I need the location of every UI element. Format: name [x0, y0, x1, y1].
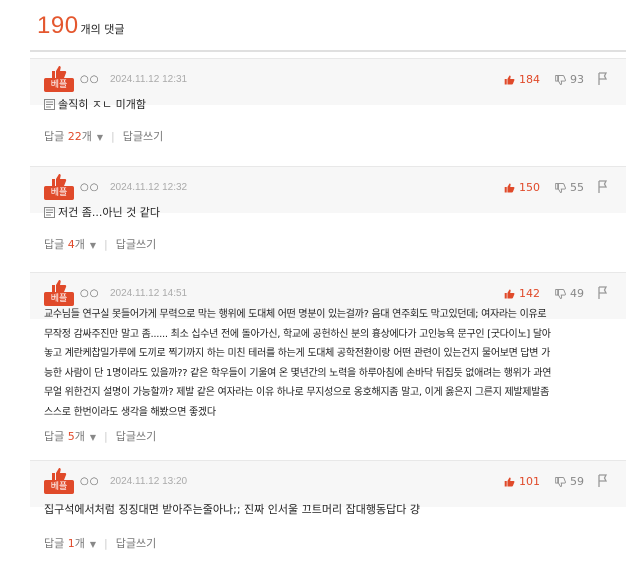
comment-text-line: 스스로 한번이라도 생각을 해봤으면 좋겠다 — [44, 406, 216, 418]
comment-author: ○○ — [80, 476, 100, 487]
comment-body: 교수님들 연구실 못들어가게 무력으로 막는 행위에 도대체 어떤 명분이 있는… — [44, 305, 612, 423]
report-icon[interactable] — [597, 286, 609, 300]
write-reply-link[interactable]: 답글쓰기 — [116, 236, 156, 252]
reply-toggle[interactable]: 답글 22개 ▼ — [44, 128, 103, 144]
reply-bar: 답글 5개 ▼ | 답글쓰기 — [44, 428, 157, 444]
comment-item: 베플 ○○ 2024.11.12 14:51 142 49 교수님들 연구실 못… — [30, 272, 626, 448]
reply-prefix: 답글 — [44, 430, 65, 443]
best-badge-label: 베플 — [44, 78, 74, 92]
reply-suffix: 개 — [74, 430, 85, 443]
comment-count-label: 개의 댓글 — [80, 23, 125, 36]
comment-text-line: 놓고 계란케찹밀가루에 도끼로 찍기까지 하는 미친 테러를 하는게 도대체 공… — [44, 348, 550, 360]
comment-date: 2024.11.12 12:32 — [110, 182, 188, 193]
chevron-down-icon: ▼ — [89, 433, 97, 442]
comment-text-line: 무얼 위한건지 설명이 가능할까? 제발 같은 여자라는 이유 하나로 무지성으… — [44, 387, 549, 399]
comment-item: 베플 ○○ 2024.11.12 12:31 184 93 솔직히 ㅈㄴ 미개함… — [30, 58, 626, 154]
thumbs-down-icon — [555, 476, 566, 487]
report-icon[interactable] — [597, 72, 609, 86]
dislike-count: 93 — [570, 73, 584, 86]
comment-author: ○○ — [80, 288, 100, 299]
comment-text-line: 무작정 감싸주진만 말고 좀...... 최소 십수년 전에 돌아가신, 학교에… — [44, 328, 551, 340]
thumbs-up-icon — [504, 289, 515, 298]
comment-author: ○○ — [80, 74, 100, 85]
like-count: 142 — [519, 287, 540, 300]
like-button[interactable]: 142 — [504, 287, 540, 300]
best-badge: 베플 — [44, 468, 74, 496]
best-badge-label: 베플 — [44, 186, 74, 200]
write-reply-link[interactable]: 답글쓰기 — [123, 128, 163, 144]
comment-body: 솔직히 ㅈㄴ 미개함 — [44, 95, 612, 115]
dislike-button[interactable]: 59 — [555, 475, 584, 488]
chevron-down-icon: ▼ — [96, 133, 104, 142]
like-count: 184 — [519, 73, 540, 86]
reply-prefix: 답글 — [44, 130, 65, 143]
reply-toggle[interactable]: 답글 1개 ▼ — [44, 535, 96, 551]
comment-section: 190 개의 댓글 베플 ○○ 2024.11.12 12:31 184 93 … — [0, 0, 640, 570]
reply-count: 22 — [67, 130, 82, 143]
thumbs-up-icon — [504, 183, 515, 192]
thumbs-up-icon — [504, 477, 515, 486]
comment-item: 베플 ○○ 2024.11.12 12:32 150 55 저건 좀...아닌 … — [30, 166, 626, 262]
comment-text: 솔직히 ㅈㄴ 미개함 — [58, 98, 146, 111]
reply-bar: 답글 4개 ▼ | 답글쓰기 — [44, 236, 157, 252]
thumbs-down-icon — [555, 288, 566, 299]
reply-count: 5 — [67, 430, 75, 443]
chevron-down-icon: ▼ — [89, 540, 97, 549]
dislike-button[interactable]: 55 — [555, 181, 584, 194]
reply-suffix: 개 — [74, 238, 85, 251]
like-count: 150 — [519, 181, 540, 194]
best-badge-label: 베플 — [44, 480, 74, 494]
dislike-count: 49 — [570, 287, 584, 300]
best-badge-label: 베플 — [44, 292, 74, 306]
reply-count: 1 — [67, 537, 75, 550]
reply-suffix: 개 — [81, 130, 92, 143]
comment-body: 집구석에서처럼 징징대면 받아주는줄아나;; 진짜 인서울 끄트머리 잡대행동답… — [44, 500, 612, 520]
best-badge: 베플 — [44, 280, 74, 308]
comment-count: 190 — [37, 12, 79, 39]
dislike-count: 59 — [570, 475, 584, 488]
dislike-button[interactable]: 93 — [555, 73, 584, 86]
header-divider — [30, 50, 626, 52]
reply-prefix: 답글 — [44, 238, 65, 251]
reply-suffix: 개 — [74, 537, 85, 550]
reply-toggle[interactable]: 답글 5개 ▼ — [44, 428, 96, 444]
reply-toggle[interactable]: 답글 4개 ▼ — [44, 236, 96, 252]
reply-count: 4 — [67, 238, 75, 251]
like-button[interactable]: 184 — [504, 73, 540, 86]
best-badge: 베플 — [44, 66, 74, 94]
comment-text: 저건 좀...아닌 것 같다 — [58, 206, 160, 219]
write-reply-link[interactable]: 답글쓰기 — [116, 428, 156, 444]
like-button[interactable]: 150 — [504, 181, 540, 194]
reply-prefix: 답글 — [44, 537, 65, 550]
comment-count-header: 190 개의 댓글 — [37, 12, 125, 40]
thumbs-down-icon — [555, 74, 566, 85]
like-count: 101 — [519, 475, 540, 488]
report-icon[interactable] — [597, 474, 609, 488]
comment-author: ○○ — [80, 182, 100, 193]
comment-body: 저건 좀...아닌 것 같다 — [44, 203, 612, 223]
dislike-button[interactable]: 49 — [555, 287, 584, 300]
thumbs-up-icon — [504, 75, 515, 84]
like-button[interactable]: 101 — [504, 475, 540, 488]
comment-text-line: 능한 사람이 단 1명이라도 있을까?? 같은 학우들이 기울여 온 몇년간의 … — [44, 367, 552, 379]
reply-bar: 답글 22개 ▼ | 답글쓰기 — [44, 128, 164, 144]
reply-bar: 답글 1개 ▼ | 답글쓰기 — [44, 535, 157, 551]
comment-date: 2024.11.12 13:20 — [110, 476, 188, 487]
chevron-down-icon: ▼ — [89, 241, 97, 250]
best-badge: 베플 — [44, 174, 74, 202]
comment-item: 베플 ○○ 2024.11.12 13:20 101 59 집구석에서처럼 징징… — [30, 460, 626, 560]
thumbs-down-icon — [555, 182, 566, 193]
comment-date: 2024.11.12 14:51 — [110, 288, 188, 299]
comment-text-line: 교수님들 연구실 못들어가게 무력으로 막는 행위에 도대체 어떤 명분이 있는… — [44, 309, 547, 320]
report-icon[interactable] — [597, 180, 609, 194]
image-attachment-icon — [44, 207, 55, 218]
comment-text: 집구석에서처럼 징징대면 받아주는줄아나;; 진짜 인서울 끄트머리 잡대행동답… — [44, 503, 420, 516]
comment-date: 2024.11.12 12:31 — [110, 74, 188, 85]
dislike-count: 55 — [570, 181, 584, 194]
write-reply-link[interactable]: 답글쓰기 — [116, 535, 156, 551]
image-attachment-icon — [44, 99, 55, 110]
